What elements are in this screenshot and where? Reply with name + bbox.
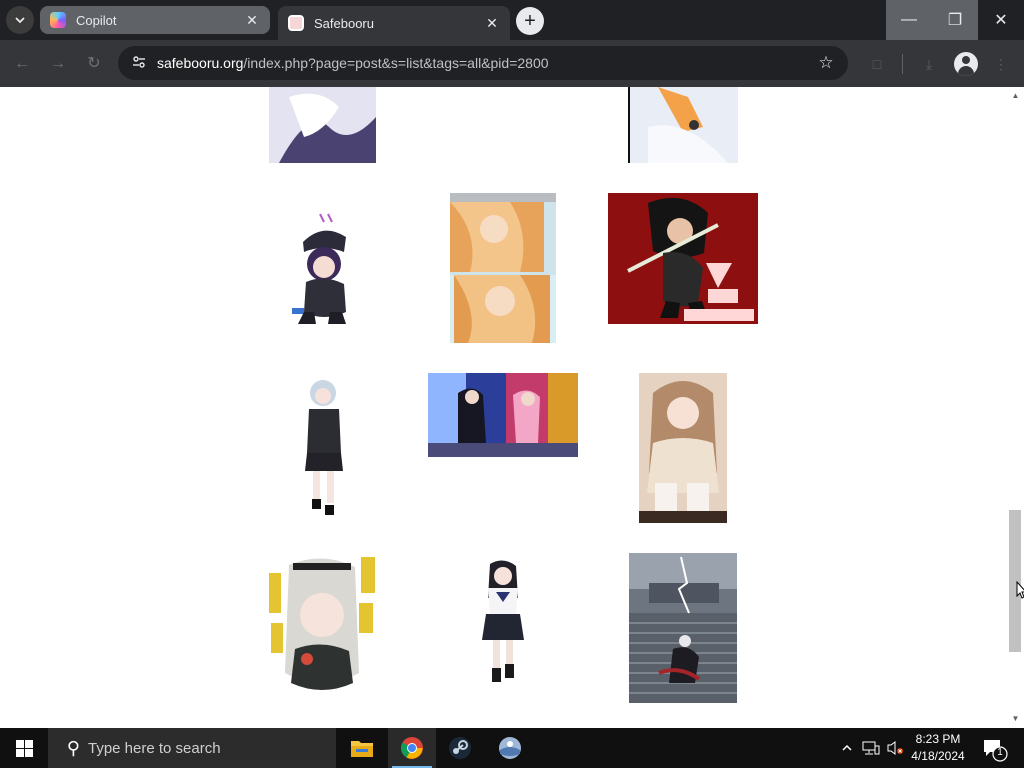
post-thumbnail[interactable] [269, 87, 376, 163]
thumbnail-image [608, 193, 758, 324]
volume-muted-icon[interactable] [884, 728, 906, 768]
new-tab-plus-icon[interactable]: + [516, 7, 544, 35]
minimize-icon[interactable]: — [886, 0, 932, 40]
safebooru-favicon-icon [288, 15, 304, 31]
thumbnail-image [269, 87, 376, 163]
post-thumbnail[interactable] [629, 553, 737, 703]
tab-safebooru[interactable]: Safebooru ✕ [278, 6, 510, 40]
post-thumbnail[interactable] [639, 373, 727, 523]
page-viewport [0, 87, 1024, 728]
post-thumbnail[interactable] [478, 558, 528, 695]
page-scrollbar[interactable]: ▲ ▼ [1007, 87, 1024, 728]
downloads-icon[interactable]: ⤓ [918, 53, 940, 75]
search-placeholder: Type here to search [88, 739, 221, 757]
maximize-icon[interactable]: ❐ [932, 0, 978, 40]
steam-icon[interactable] [436, 728, 484, 768]
post-thumbnail[interactable] [301, 373, 346, 520]
thumbnail-image [628, 87, 738, 163]
reload-icon[interactable]: ↻ [82, 52, 106, 76]
scroll-down-arrow-icon[interactable]: ▼ [1010, 714, 1021, 724]
thumbnail-image [639, 373, 727, 523]
browser-toolbar: ← → ↻ safebooru.org/index.php?page=post&… [0, 40, 1024, 87]
scroll-up-arrow-icon[interactable]: ▲ [1010, 91, 1021, 101]
clock-date: 4/18/2024 [911, 749, 965, 763]
thumbnail-image [629, 553, 737, 703]
close-window-icon[interactable]: ✕ [978, 0, 1024, 40]
thumbnail-image [301, 373, 346, 520]
file-explorer-icon[interactable] [338, 728, 386, 768]
post-thumbnail[interactable] [428, 373, 578, 457]
tab-copilot[interactable]: Copilot ✕ [40, 6, 270, 34]
taskbar-search-box[interactable]: ⚲ Type here to search [48, 728, 336, 768]
back-icon[interactable]: ← [10, 52, 34, 76]
post-thumbnail[interactable] [288, 212, 358, 327]
profile-avatar-icon[interactable] [954, 52, 978, 76]
system-clock[interactable]: 8:23 PM 4/18/2024 [904, 731, 972, 765]
post-thumbnail[interactable] [608, 193, 758, 324]
network-icon[interactable] [860, 728, 882, 768]
tab-label: Copilot [76, 12, 117, 28]
address-bar[interactable]: safebooru.org/index.php?page=post&s=list… [118, 46, 848, 80]
url-path: /index.php?page=post&s=list&tags=all&pid… [243, 55, 549, 71]
thumbnail-image [478, 558, 528, 695]
screen: Copilot ✕ Safebooru ✕ + — ❐ ✕ ← → ↻ safe… [0, 0, 1024, 768]
action-center-notification-icon[interactable]: 1 [980, 734, 1008, 762]
url-host: safebooru.org [157, 55, 244, 71]
menu-kebab-icon[interactable]: ⋮ [990, 53, 1012, 75]
misc-app-icon[interactable] [486, 728, 534, 768]
start-windows-icon[interactable] [0, 728, 48, 768]
bookmark-star-icon[interactable]: ☆ [816, 53, 836, 73]
copilot-favicon-icon [50, 12, 66, 28]
tab-label: Safebooru [314, 15, 374, 31]
post-thumbnail[interactable] [267, 553, 377, 700]
url-text[interactable]: safebooru.org/index.php?page=post&s=list… [157, 55, 549, 71]
thumbnail-image [288, 212, 358, 327]
thumbnail-image [450, 193, 556, 343]
toolbar-divider [902, 54, 903, 74]
windows-taskbar: ⚲ Type here to search 8:23 PM 4/18/2024 [0, 728, 1024, 768]
extensions-icon[interactable]: □ [866, 53, 888, 75]
chrome-icon[interactable] [388, 728, 436, 768]
tab-close-icon[interactable]: ✕ [484, 15, 500, 31]
search-icon: ⚲ [66, 737, 80, 758]
notification-count: 1 [997, 747, 1003, 758]
thumbnail-image [267, 553, 377, 700]
mouse-cursor-icon [1016, 581, 1024, 599]
show-hidden-icons-chevron-up-icon[interactable] [838, 728, 856, 768]
tab-bar: Copilot ✕ Safebooru ✕ + — ❐ ✕ [0, 0, 1024, 40]
tab-search-chevron-down-icon[interactable] [6, 6, 34, 34]
post-thumbnail[interactable] [628, 87, 738, 163]
site-info-icon[interactable] [130, 54, 148, 72]
clock-time: 8:23 PM [915, 732, 961, 746]
forward-icon[interactable]: → [46, 52, 70, 76]
post-thumbnail[interactable] [450, 193, 556, 343]
thumbnail-image [428, 373, 578, 457]
tab-close-icon[interactable]: ✕ [244, 12, 260, 28]
